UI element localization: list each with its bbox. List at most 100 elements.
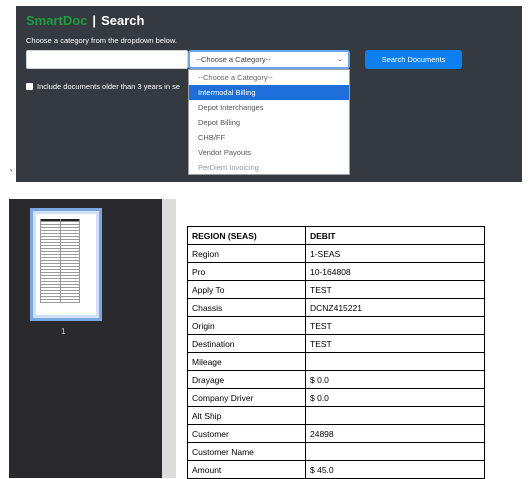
thumbnail-cell [40,282,61,284]
thumbnail-cell [61,231,80,233]
thumbnail-cell [61,243,80,245]
field-value-cell: TEST [305,334,485,353]
page-title: Search [101,13,145,28]
thumbnail-cell [61,222,80,224]
thumbnail-cell [40,225,61,227]
document-table: REGION (SEAS) DEBIT Region 1-SEAS Pro 10-1648… [187,226,485,479]
field-value-cell: TEST [305,280,485,299]
field-value-cell: $ 45.0 [305,460,485,479]
viewer-gutter [162,199,176,478]
thumbnail-cell [61,249,80,251]
category-select-value: --Choose a Category-- [196,55,271,64]
table-header-cell: DEBIT [305,226,485,245]
dropdown-option-intermodal-billing[interactable]: Intermodal Billing [189,85,349,100]
search-text-input[interactable] [26,50,188,69]
field-value-cell: TEST [305,316,485,335]
thumbnail-table-preview [40,219,80,303]
table-row: Customer Name [187,442,485,461]
dropdown-option-perdiem-invoicing[interactable]: PerDiem Invoicing [189,160,349,175]
category-select[interactable]: --Choose a Category-- ⌄ [188,50,350,69]
field-value-cell [305,406,485,425]
thumbnail-cell [40,246,61,248]
thumbnail-cell [40,291,61,293]
thumbnail-cell [40,249,61,251]
thumbnail-cell [61,294,80,296]
thumbnail-cell [61,228,80,230]
field-label-cell: Customer [187,424,306,443]
app-logo[interactable]: SmartDoc [26,13,87,28]
table-row: Drayage $ 0.0 [187,370,485,389]
thumbnail-cell [40,300,61,302]
field-label-cell: Pro [187,262,306,281]
field-label-cell: Origin [187,316,306,335]
older-documents-option[interactable]: Include documents older than 3 years in … [26,82,189,91]
field-label-cell: Mileage [187,352,306,371]
table-row: Amount $ 45.0 [187,460,485,479]
thumbnail-cell [61,264,80,266]
field-value-cell: 24898 [305,424,485,443]
thumbnail-cell [40,267,61,269]
thumbnail-cell [61,246,80,248]
field-value-cell [305,442,485,461]
thumbnail-cell [40,219,61,221]
thumbnail-page-image [36,214,96,315]
field-label-cell: Chassis [187,298,306,317]
document-viewer: 1 REGION (SEAS) DEBIT Region 1-SEAS Pro 10-16… [9,199,530,479]
thumbnail-cell [40,279,61,281]
thumbnail-cell [61,297,80,299]
older-documents-checkbox[interactable] [26,83,33,90]
thumbnail-cell [40,243,61,245]
field-value-cell: 1-SEAS [305,244,485,263]
chevron-down-icon: ⌄ [337,56,343,63]
thumbnail-cell [61,288,80,290]
older-documents-label: Include documents older than 3 years in … [37,82,181,91]
page-thumbnail[interactable] [30,208,102,321]
thumbnail-cell [61,300,80,302]
table-row: Mileage [187,352,485,371]
thumbnail-cell [61,276,80,278]
thumbnail-cell [40,255,61,257]
field-value-cell: $ 0.0 [305,388,485,407]
thumbnail-cell [40,252,61,254]
thumbnail-cell [40,237,61,239]
dropdown-option-chb-ff[interactable]: CHB/FF [189,130,349,145]
thumbnail-cell [40,231,61,233]
field-label-cell: Apply To [187,280,306,299]
brand: SmartDoc | Search [26,13,144,28]
brand-separator: | [92,13,97,28]
thumbnail-cell [61,240,80,242]
field-value-cell: DCNZ415221 [305,298,485,317]
table-row: Chassis DCNZ415221 [187,298,485,317]
thumbnail-cell [61,267,80,269]
table-row: Origin TEST [187,316,485,335]
table-row: Company Driver $ 0.0 [187,388,485,407]
search-instructions: Choose a category from the dropdown belo… [26,36,177,45]
thumbnail-cell [61,261,80,263]
dropdown-option-depot-billing[interactable]: Depot Billing [189,115,349,130]
thumbnail-row [40,300,80,303]
field-label-cell: Amount [187,460,306,479]
thumbnail-cell [40,297,61,299]
thumbnail-cell [40,258,61,260]
table-header-row: REGION (SEAS) DEBIT [187,226,485,245]
thumbnail-cell [40,294,61,296]
thumbnail-cell [61,273,80,275]
field-value-cell [305,352,485,371]
table-row: Destination TEST [187,334,485,353]
field-value-cell: $ 0.0 [305,370,485,389]
thumbnail-page-number: 1 [61,327,66,336]
thumbnail-cell [61,255,80,257]
thumbnail-cell [61,285,80,287]
thumbnail-cell [61,225,80,227]
table-row: Region 1-SEAS [187,244,485,263]
thumbnail-cell [40,276,61,278]
dropdown-option-depot-interchanges[interactable]: Depot Interchanges [189,100,349,115]
dropdown-option-vendor-payouts[interactable]: Vendor Payouts [189,145,349,160]
dropdown-option-placeholder[interactable]: --Choose a Category-- [189,70,349,85]
thumbnail-cell [61,279,80,281]
field-label-cell: Alt Ship [187,406,306,425]
thumbnail-cell [40,240,61,242]
thumbnail-cell [40,285,61,287]
stray-mark: ` [9,168,15,181]
search-documents-button[interactable]: Search Documents [365,50,462,69]
